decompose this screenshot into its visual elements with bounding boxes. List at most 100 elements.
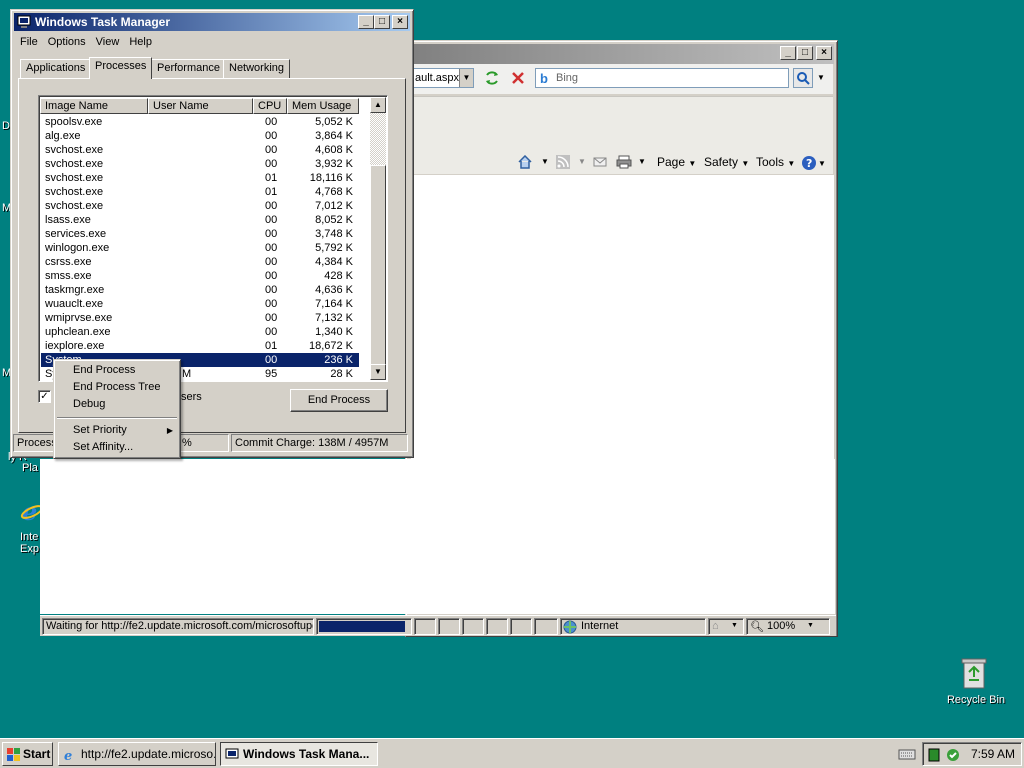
chevron-down-icon[interactable]: ▼ bbox=[541, 155, 549, 169]
context-menu: End Process End Process Tree Debug Set P… bbox=[53, 359, 181, 459]
table-row[interactable]: taskmgr.exe 00 4,636 K bbox=[41, 283, 359, 297]
minimize-button[interactable]: _ bbox=[358, 15, 374, 29]
menu-item-debug[interactable]: Debug bbox=[57, 396, 177, 413]
table-row[interactable]: spoolsv.exe 00 5,052 K bbox=[41, 115, 359, 129]
menu-options[interactable]: Options bbox=[43, 33, 91, 51]
tab-processes[interactable]: Processes bbox=[89, 57, 153, 79]
show-all-users-checkbox[interactable]: ✓ bbox=[38, 390, 51, 403]
chevron-down-icon[interactable]: ▼ bbox=[638, 155, 646, 169]
scrollbar[interactable]: ▲ ▼ bbox=[370, 97, 386, 380]
process-mem: 7,132 K bbox=[315, 312, 353, 324]
table-row[interactable]: alg.exe 00 3,864 K bbox=[41, 129, 359, 143]
scroll-thumb[interactable] bbox=[370, 165, 386, 367]
tab-applications[interactable]: Applications bbox=[20, 59, 92, 78]
maximize-button[interactable]: □ bbox=[797, 46, 813, 60]
search-input[interactable]: b Bing bbox=[535, 68, 789, 88]
process-list[interactable]: Image Name User Name CPU Mem Usage spool… bbox=[38, 95, 388, 382]
table-row[interactable]: svchost.exe 00 7,012 K bbox=[41, 199, 359, 213]
network-icon[interactable] bbox=[928, 748, 940, 765]
chevron-down-icon[interactable]: ▼ bbox=[578, 155, 586, 169]
column-header-mem-usage[interactable]: Mem Usage bbox=[287, 98, 359, 114]
update-icon[interactable] bbox=[945, 747, 961, 766]
taskmgr-titlebar[interactable]: Windows Task Manager _ □ × bbox=[14, 13, 410, 31]
scroll-up-button[interactable]: ▲ bbox=[370, 97, 386, 113]
table-row[interactable]: iexplore.exe 01 18,672 K bbox=[41, 339, 359, 353]
menu-item-set-affinity[interactable]: Set Affinity... bbox=[57, 439, 177, 456]
scroll-down-button[interactable]: ▼ bbox=[370, 364, 386, 380]
process-mem: 18,672 K bbox=[308, 340, 353, 352]
column-header-user-name[interactable]: User Name bbox=[148, 98, 253, 114]
taskbar-button-taskmgr[interactable]: Windows Task Mana... bbox=[220, 742, 378, 766]
table-row[interactable]: svchost.exe 00 4,608 K bbox=[41, 143, 359, 157]
address-input[interactable]: ault.aspx ▼ bbox=[412, 68, 474, 88]
process-cpu: 01 bbox=[265, 186, 278, 198]
close-button[interactable]: × bbox=[816, 46, 832, 60]
table-row[interactable]: svchost.exe 00 3,932 K bbox=[41, 157, 359, 171]
mail-icon[interactable] bbox=[593, 155, 607, 172]
chevron-down-icon[interactable]: ▼ bbox=[814, 68, 828, 88]
column-header-cpu[interactable]: CPU bbox=[253, 98, 287, 114]
home-icon[interactable] bbox=[517, 154, 533, 172]
svg-text:e: e bbox=[64, 749, 72, 762]
scroll-track[interactable] bbox=[370, 113, 386, 165]
help-icon[interactable]: ? ▼ bbox=[801, 155, 827, 174]
process-cpu: 00 bbox=[265, 312, 278, 324]
process-name: svchost.exe bbox=[45, 200, 104, 212]
menu-item-end-process-tree[interactable]: End Process Tree bbox=[57, 379, 177, 396]
protected-mode-icon[interactable]: ⌂ ▼ bbox=[708, 618, 744, 635]
menu-item-label: Set Priority bbox=[73, 424, 127, 436]
desktop-icon-label: Inte bbox=[20, 531, 39, 543]
menu-item-set-priority[interactable]: Set Priority ▶ bbox=[57, 422, 177, 439]
page-menu[interactable]: Page ▼ bbox=[657, 155, 696, 171]
table-row[interactable]: svchost.exe 01 18,116 K bbox=[41, 171, 359, 185]
end-process-button[interactable]: End Process bbox=[290, 389, 388, 412]
safety-menu[interactable]: Safety ▼ bbox=[704, 155, 749, 171]
taskbar-button-ie[interactable]: e http://fe2.update.microso... bbox=[58, 742, 216, 766]
menu-help[interactable]: Help bbox=[124, 33, 157, 51]
table-row[interactable]: lsass.exe 00 8,052 K bbox=[41, 213, 359, 227]
process-cpu: 00 bbox=[265, 298, 278, 310]
table-row[interactable]: wuauclt.exe 00 7,164 K bbox=[41, 297, 359, 311]
keyboard-icon[interactable] bbox=[898, 747, 916, 761]
refresh-icon[interactable] bbox=[481, 67, 503, 89]
ie-content-lower[interactable] bbox=[40, 459, 835, 614]
tools-menu[interactable]: Tools ▼ bbox=[756, 155, 795, 171]
table-row[interactable]: svchost.exe 01 4,768 K bbox=[41, 185, 359, 199]
process-name: winlogon.exe bbox=[45, 242, 110, 254]
minimize-button[interactable]: _ bbox=[780, 46, 796, 60]
print-icon[interactable] bbox=[616, 155, 632, 172]
process-cpu: 00 bbox=[265, 256, 278, 268]
tab-networking[interactable]: Networking bbox=[223, 59, 291, 78]
process-cpu: 01 bbox=[265, 340, 278, 352]
status-processes: Process bbox=[13, 434, 55, 452]
search-icon[interactable] bbox=[793, 68, 813, 88]
menu-file[interactable]: File bbox=[15, 33, 43, 51]
column-header-image-name[interactable]: Image Name bbox=[40, 98, 148, 114]
process-mem: 7,164 K bbox=[315, 298, 353, 310]
menu-view[interactable]: View bbox=[91, 33, 125, 51]
clock[interactable]: 7:59 AM bbox=[971, 747, 1015, 761]
process-mem: 5,052 K bbox=[315, 116, 353, 128]
table-row[interactable]: winlogon.exe 00 5,792 K bbox=[41, 241, 359, 255]
tab-performance[interactable]: Performance bbox=[151, 59, 226, 78]
chevron-down-icon[interactable]: ▼ bbox=[459, 69, 473, 87]
ie-titlebar[interactable]: _ □ × bbox=[409, 44, 834, 64]
chevron-down-icon[interactable]: ▼ bbox=[807, 622, 814, 629]
table-row[interactable]: wmiprvse.exe 00 7,132 K bbox=[41, 311, 359, 325]
menu-item-end-process[interactable]: End Process bbox=[57, 362, 177, 379]
maximize-button[interactable]: □ bbox=[374, 15, 390, 29]
table-row[interactable]: services.exe 00 3,748 K bbox=[41, 227, 359, 241]
table-row[interactable]: smss.exe 00 428 K bbox=[41, 269, 359, 283]
process-mem: 4,768 K bbox=[315, 186, 353, 198]
table-row[interactable]: uphclean.exe 00 1,340 K bbox=[41, 325, 359, 339]
feeds-icon[interactable] bbox=[556, 155, 570, 172]
recycle-bin-icon[interactable] bbox=[958, 656, 990, 690]
stop-icon[interactable] bbox=[507, 67, 529, 89]
process-name: svchost.exe bbox=[45, 144, 104, 156]
start-button[interactable]: Start bbox=[2, 742, 53, 766]
zoom-control[interactable]: 🔍︎ 100% ▼ bbox=[746, 618, 830, 635]
table-row[interactable]: csrss.exe 00 4,384 K bbox=[41, 255, 359, 269]
window-title: Windows Task Manager bbox=[35, 15, 171, 29]
close-button[interactable]: × bbox=[392, 15, 408, 29]
desktop-icon-label: D bbox=[2, 120, 10, 132]
